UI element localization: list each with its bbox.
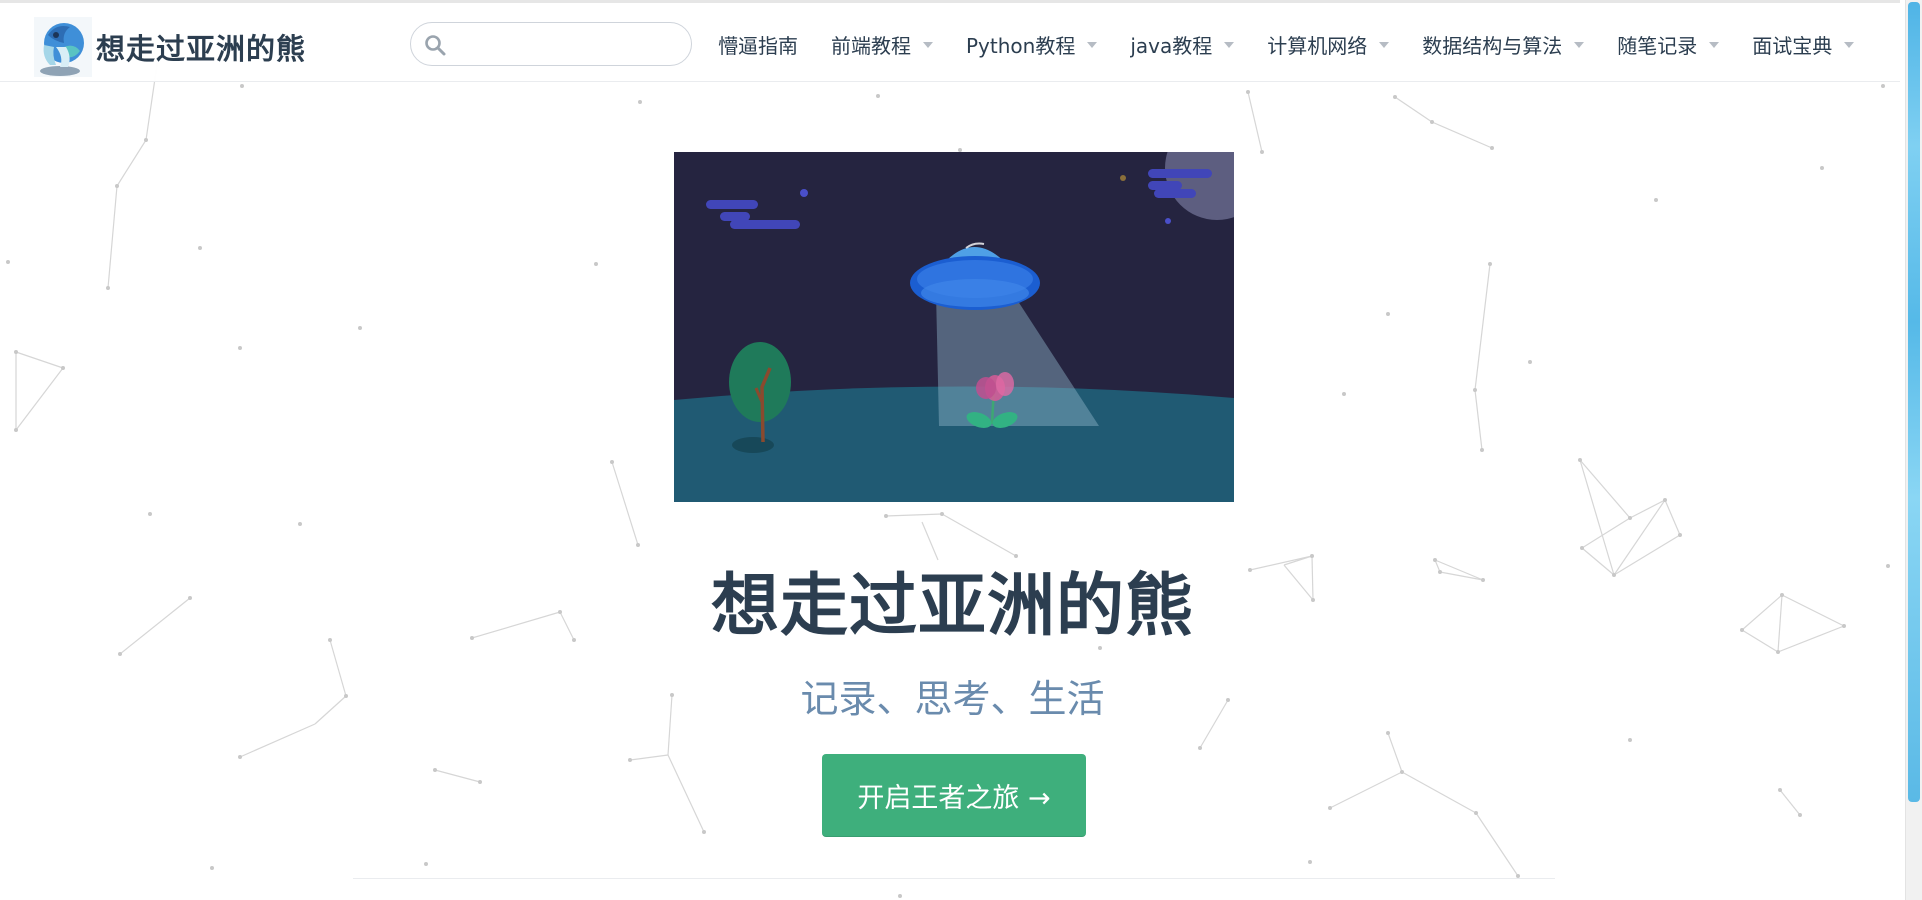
nav-item-label: java教程 (1130, 33, 1213, 58)
nav-item-label: 数据结构与算法 (1422, 33, 1563, 58)
page-scrollbar[interactable] (1905, 0, 1922, 900)
caret-down-icon (1087, 42, 1098, 48)
hero-image (674, 152, 1234, 502)
nav-item-label: 随笔记录 (1617, 33, 1698, 58)
scrollbar-thumb[interactable] (1908, 2, 1920, 802)
caret-down-icon (1709, 42, 1720, 48)
nav-item-interview[interactable]: 面试宝典 (1752, 30, 1855, 59)
nav-links: 懵逼指南 前端教程 Python教程 java教程 计算机网络 数据结构与算法 … (718, 3, 1887, 85)
top-navbar: 想走过亚洲的熊 懵逼指南 前端教程 Python教程 java教程 计算机网络 (0, 0, 1900, 82)
nav-item-python[interactable]: Python教程 (966, 30, 1098, 59)
hero-description: 记录、思考、生活 (800, 677, 1105, 721)
caret-down-icon (923, 42, 933, 48)
caret-down-icon (1379, 42, 1390, 48)
bear-logo-icon (34, 17, 92, 77)
caret-down-icon (1574, 42, 1585, 48)
nav-item-label: 计算机网络 (1267, 33, 1368, 58)
nav-item-label: 前端教程 (831, 33, 911, 58)
nav-item-notes[interactable]: 随笔记录 (1617, 30, 1720, 59)
home-link[interactable]: 想走过亚洲的熊 (34, 17, 306, 77)
nav-item-algorithms[interactable]: 数据结构与算法 (1422, 30, 1585, 59)
section-divider (353, 878, 1555, 879)
caret-down-icon (1844, 42, 1855, 48)
nav-item-label: Python教程 (966, 33, 1076, 58)
hero-title: 想走过亚洲的熊 (710, 567, 1194, 646)
nav-item-java[interactable]: java教程 (1130, 30, 1235, 59)
site-name: 想走过亚洲的熊 (96, 32, 307, 66)
hero-section: 想走过亚洲的熊 记录、思考、生活 开启王者之旅 → (0, 0, 1905, 900)
nav-item-guide[interactable]: 懵逼指南 (718, 30, 798, 59)
search-input[interactable] (455, 29, 684, 61)
search-icon (425, 35, 446, 56)
nav-item-label: 懵逼指南 (718, 33, 798, 58)
start-journey-button[interactable]: 开启王者之旅 → (822, 754, 1086, 837)
nav-item-network[interactable]: 计算机网络 (1267, 30, 1390, 59)
search-box[interactable] (410, 22, 692, 66)
nav-item-label: 面试宝典 (1752, 33, 1833, 58)
caret-down-icon (1224, 42, 1235, 48)
nav-item-frontend[interactable]: 前端教程 (831, 30, 933, 59)
